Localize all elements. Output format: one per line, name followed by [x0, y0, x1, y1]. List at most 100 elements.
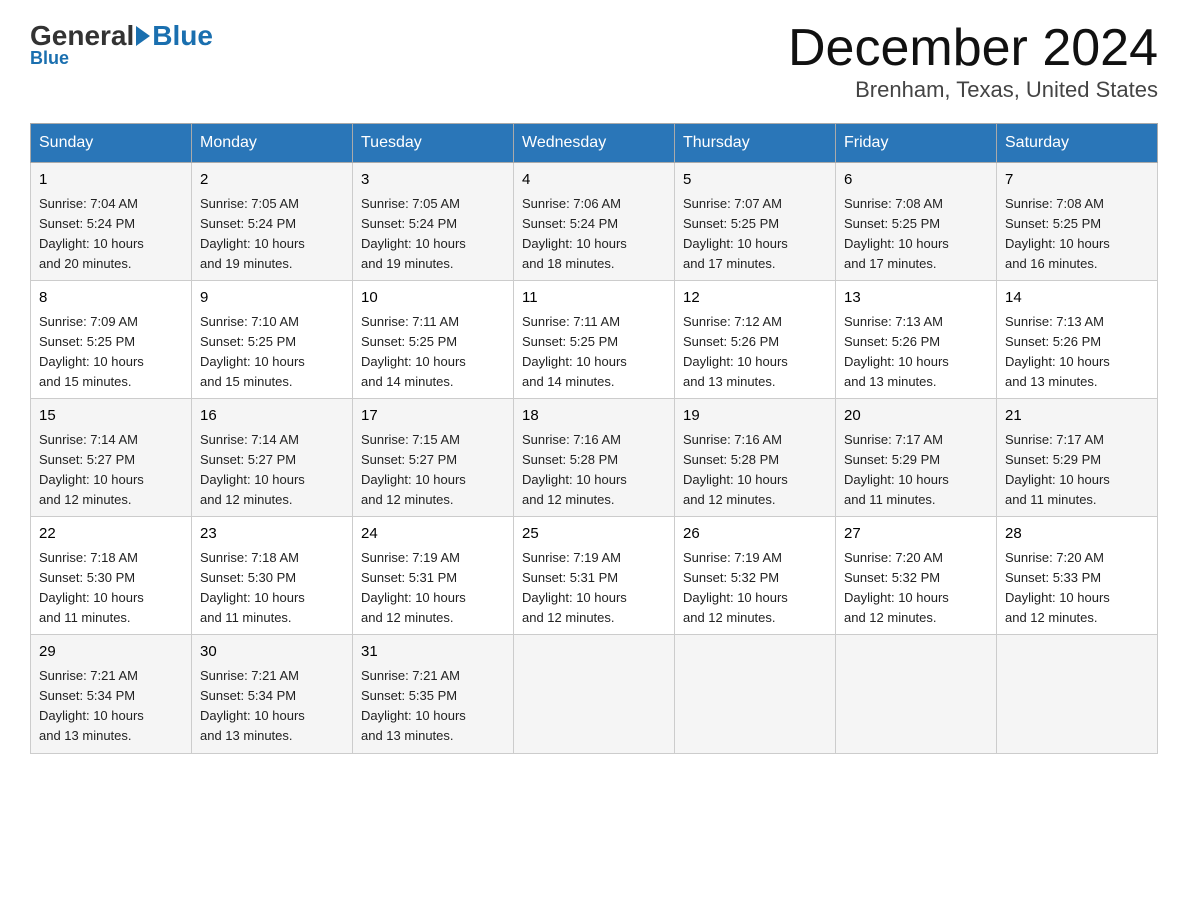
table-row: 2 Sunrise: 7:05 AMSunset: 5:24 PMDayligh… [192, 163, 353, 281]
day-info: Sunrise: 7:16 AMSunset: 5:28 PMDaylight:… [522, 432, 627, 507]
day-number: 12 [683, 287, 827, 310]
day-info: Sunrise: 7:21 AMSunset: 5:34 PMDaylight:… [39, 668, 144, 743]
day-number: 25 [522, 523, 666, 546]
title-area: December 2024 Brenham, Texas, United Sta… [788, 20, 1158, 103]
col-thursday: Thursday [675, 124, 836, 163]
table-row [514, 635, 675, 753]
table-row: 14 Sunrise: 7:13 AMSunset: 5:26 PMDaylig… [997, 281, 1158, 399]
day-info: Sunrise: 7:13 AMSunset: 5:26 PMDaylight:… [1005, 314, 1110, 389]
day-info: Sunrise: 7:21 AMSunset: 5:34 PMDaylight:… [200, 668, 305, 743]
table-row: 15 Sunrise: 7:14 AMSunset: 5:27 PMDaylig… [31, 399, 192, 517]
table-row: 19 Sunrise: 7:16 AMSunset: 5:28 PMDaylig… [675, 399, 836, 517]
col-wednesday: Wednesday [514, 124, 675, 163]
table-row: 31 Sunrise: 7:21 AMSunset: 5:35 PMDaylig… [353, 635, 514, 753]
day-info: Sunrise: 7:08 AMSunset: 5:25 PMDaylight:… [1005, 196, 1110, 271]
day-number: 13 [844, 287, 988, 310]
day-info: Sunrise: 7:11 AMSunset: 5:25 PMDaylight:… [361, 314, 466, 389]
calendar-week-row: 15 Sunrise: 7:14 AMSunset: 5:27 PMDaylig… [31, 399, 1158, 517]
table-row: 21 Sunrise: 7:17 AMSunset: 5:29 PMDaylig… [997, 399, 1158, 517]
logo-subtitle: Blue [30, 48, 69, 69]
table-row [997, 635, 1158, 753]
table-row: 30 Sunrise: 7:21 AMSunset: 5:34 PMDaylig… [192, 635, 353, 753]
calendar-table: Sunday Monday Tuesday Wednesday Thursday… [30, 123, 1158, 753]
day-info: Sunrise: 7:04 AMSunset: 5:24 PMDaylight:… [39, 196, 144, 271]
table-row: 13 Sunrise: 7:13 AMSunset: 5:26 PMDaylig… [836, 281, 997, 399]
day-number: 18 [522, 405, 666, 428]
day-number: 26 [683, 523, 827, 546]
logo-blue-part: Blue [134, 20, 213, 52]
day-info: Sunrise: 7:05 AMSunset: 5:24 PMDaylight:… [361, 196, 466, 271]
day-info: Sunrise: 7:19 AMSunset: 5:31 PMDaylight:… [522, 550, 627, 625]
day-info: Sunrise: 7:12 AMSunset: 5:26 PMDaylight:… [683, 314, 788, 389]
calendar-week-row: 8 Sunrise: 7:09 AMSunset: 5:25 PMDayligh… [31, 281, 1158, 399]
day-info: Sunrise: 7:16 AMSunset: 5:28 PMDaylight:… [683, 432, 788, 507]
calendar-week-row: 29 Sunrise: 7:21 AMSunset: 5:34 PMDaylig… [31, 635, 1158, 753]
day-number: 15 [39, 405, 183, 428]
table-row: 28 Sunrise: 7:20 AMSunset: 5:33 PMDaylig… [997, 517, 1158, 635]
day-info: Sunrise: 7:08 AMSunset: 5:25 PMDaylight:… [844, 196, 949, 271]
table-row: 10 Sunrise: 7:11 AMSunset: 5:25 PMDaylig… [353, 281, 514, 399]
table-row: 8 Sunrise: 7:09 AMSunset: 5:25 PMDayligh… [31, 281, 192, 399]
day-number: 17 [361, 405, 505, 428]
day-info: Sunrise: 7:20 AMSunset: 5:33 PMDaylight:… [1005, 550, 1110, 625]
day-number: 20 [844, 405, 988, 428]
table-row: 5 Sunrise: 7:07 AMSunset: 5:25 PMDayligh… [675, 163, 836, 281]
table-row: 3 Sunrise: 7:05 AMSunset: 5:24 PMDayligh… [353, 163, 514, 281]
col-tuesday: Tuesday [353, 124, 514, 163]
table-row: 16 Sunrise: 7:14 AMSunset: 5:27 PMDaylig… [192, 399, 353, 517]
day-info: Sunrise: 7:11 AMSunset: 5:25 PMDaylight:… [522, 314, 627, 389]
day-info: Sunrise: 7:14 AMSunset: 5:27 PMDaylight:… [39, 432, 144, 507]
day-number: 24 [361, 523, 505, 546]
table-row: 11 Sunrise: 7:11 AMSunset: 5:25 PMDaylig… [514, 281, 675, 399]
day-info: Sunrise: 7:17 AMSunset: 5:29 PMDaylight:… [1005, 432, 1110, 507]
day-info: Sunrise: 7:05 AMSunset: 5:24 PMDaylight:… [200, 196, 305, 271]
table-row: 7 Sunrise: 7:08 AMSunset: 5:25 PMDayligh… [997, 163, 1158, 281]
table-row: 6 Sunrise: 7:08 AMSunset: 5:25 PMDayligh… [836, 163, 997, 281]
table-row: 29 Sunrise: 7:21 AMSunset: 5:34 PMDaylig… [31, 635, 192, 753]
logo: General Blue Blue [30, 20, 213, 69]
table-row [836, 635, 997, 753]
day-number: 27 [844, 523, 988, 546]
table-row: 25 Sunrise: 7:19 AMSunset: 5:31 PMDaylig… [514, 517, 675, 635]
table-row: 24 Sunrise: 7:19 AMSunset: 5:31 PMDaylig… [353, 517, 514, 635]
day-info: Sunrise: 7:17 AMSunset: 5:29 PMDaylight:… [844, 432, 949, 507]
day-number: 8 [39, 287, 183, 310]
table-row: 4 Sunrise: 7:06 AMSunset: 5:24 PMDayligh… [514, 163, 675, 281]
table-row: 20 Sunrise: 7:17 AMSunset: 5:29 PMDaylig… [836, 399, 997, 517]
day-number: 29 [39, 641, 183, 664]
table-row: 9 Sunrise: 7:10 AMSunset: 5:25 PMDayligh… [192, 281, 353, 399]
day-number: 11 [522, 287, 666, 310]
day-number: 16 [200, 405, 344, 428]
calendar-week-row: 1 Sunrise: 7:04 AMSunset: 5:24 PMDayligh… [31, 163, 1158, 281]
table-row: 12 Sunrise: 7:12 AMSunset: 5:26 PMDaylig… [675, 281, 836, 399]
day-info: Sunrise: 7:18 AMSunset: 5:30 PMDaylight:… [39, 550, 144, 625]
day-info: Sunrise: 7:06 AMSunset: 5:24 PMDaylight:… [522, 196, 627, 271]
day-number: 28 [1005, 523, 1149, 546]
day-number: 6 [844, 169, 988, 192]
day-number: 19 [683, 405, 827, 428]
day-number: 4 [522, 169, 666, 192]
day-number: 2 [200, 169, 344, 192]
day-number: 21 [1005, 405, 1149, 428]
col-saturday: Saturday [997, 124, 1158, 163]
day-number: 5 [683, 169, 827, 192]
table-row: 26 Sunrise: 7:19 AMSunset: 5:32 PMDaylig… [675, 517, 836, 635]
calendar-week-row: 22 Sunrise: 7:18 AMSunset: 5:30 PMDaylig… [31, 517, 1158, 635]
day-number: 30 [200, 641, 344, 664]
page-title: December 2024 [788, 20, 1158, 77]
table-row: 27 Sunrise: 7:20 AMSunset: 5:32 PMDaylig… [836, 517, 997, 635]
location-subtitle: Brenham, Texas, United States [788, 77, 1158, 103]
day-info: Sunrise: 7:19 AMSunset: 5:31 PMDaylight:… [361, 550, 466, 625]
page-header: General Blue Blue December 2024 Brenham,… [30, 20, 1158, 103]
day-info: Sunrise: 7:18 AMSunset: 5:30 PMDaylight:… [200, 550, 305, 625]
day-info: Sunrise: 7:15 AMSunset: 5:27 PMDaylight:… [361, 432, 466, 507]
day-info: Sunrise: 7:13 AMSunset: 5:26 PMDaylight:… [844, 314, 949, 389]
table-row: 1 Sunrise: 7:04 AMSunset: 5:24 PMDayligh… [31, 163, 192, 281]
day-number: 23 [200, 523, 344, 546]
day-number: 7 [1005, 169, 1149, 192]
table-row: 22 Sunrise: 7:18 AMSunset: 5:30 PMDaylig… [31, 517, 192, 635]
day-info: Sunrise: 7:14 AMSunset: 5:27 PMDaylight:… [200, 432, 305, 507]
day-info: Sunrise: 7:20 AMSunset: 5:32 PMDaylight:… [844, 550, 949, 625]
day-number: 10 [361, 287, 505, 310]
day-number: 22 [39, 523, 183, 546]
